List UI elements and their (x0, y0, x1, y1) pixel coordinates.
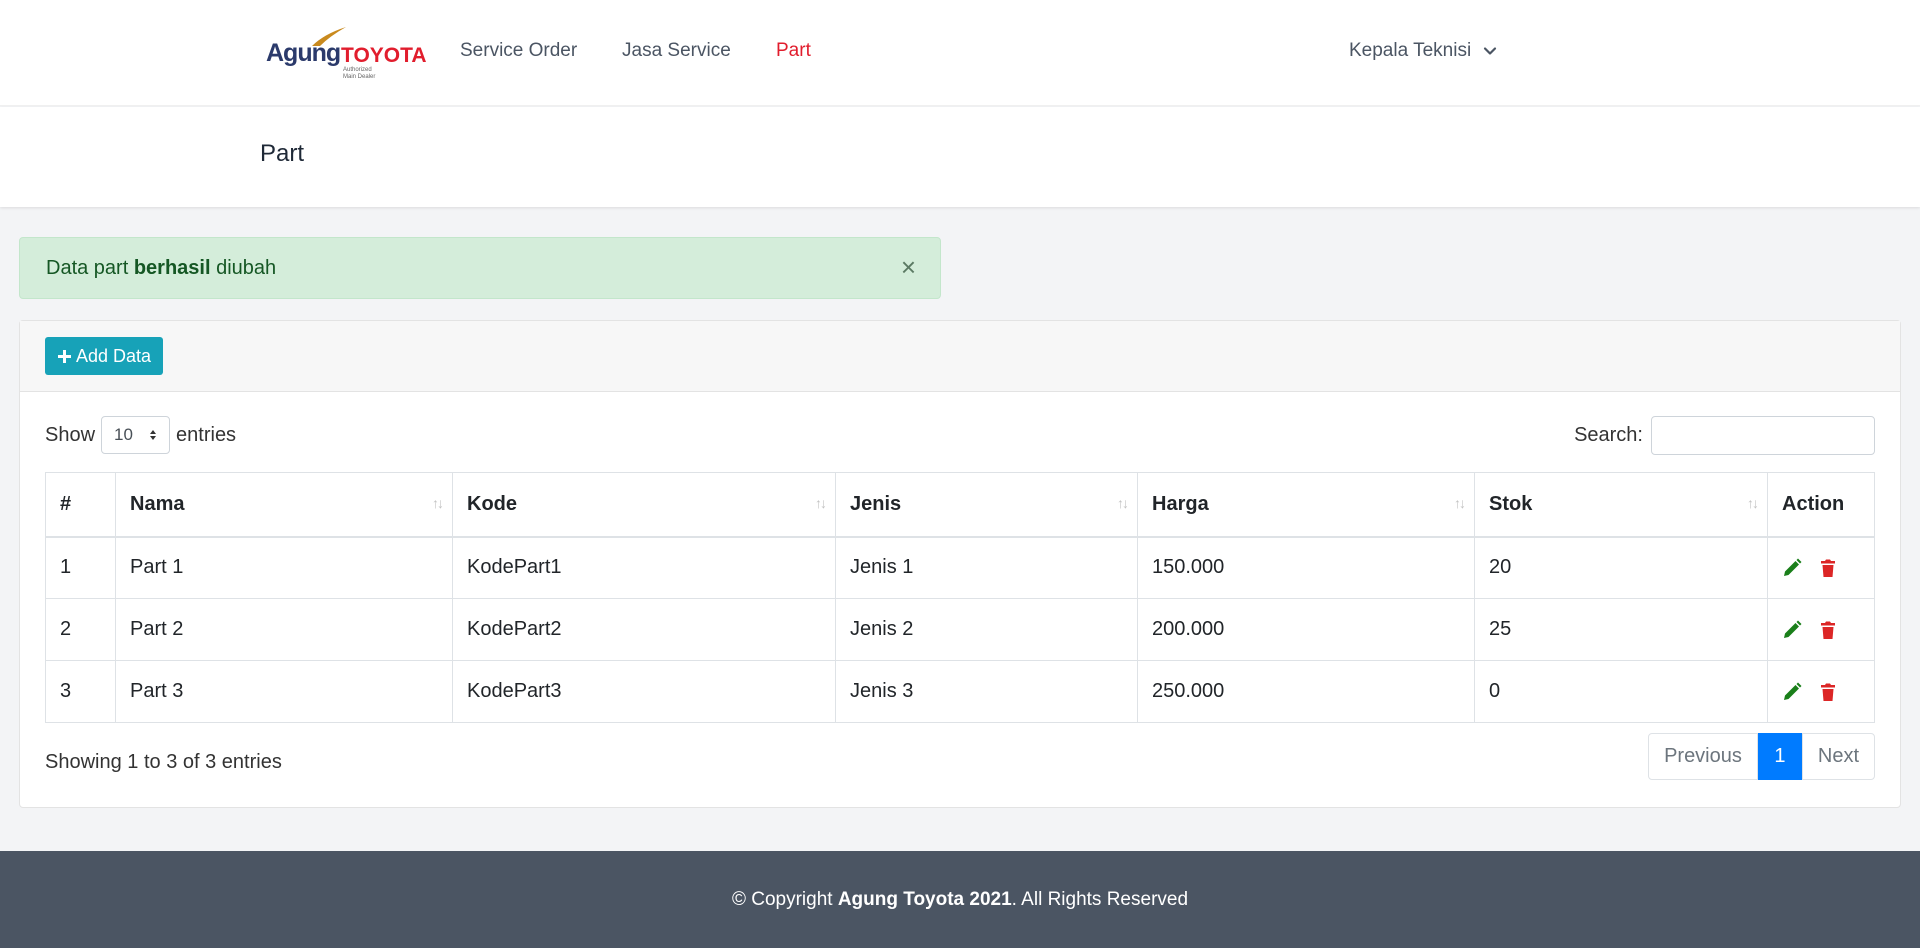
cell-harga: 250.000 (1137, 660, 1475, 723)
cell-harga: 200.000 (1137, 598, 1475, 661)
sort-icon: ↑↓ (815, 495, 827, 511)
alert-message: Data part berhasil diubah (46, 257, 276, 280)
page-header: Part (0, 107, 1920, 207)
show-label: Show (45, 423, 96, 446)
navbar: Agung TOYOTA Authorized Main Dealer Serv… (0, 0, 1920, 106)
sort-icon: ↑↓ (432, 495, 444, 511)
cell-jenis: Jenis 1 (835, 536, 1138, 599)
brand-name-agung: Agung (266, 39, 341, 67)
cell-jenis: Jenis 3 (835, 660, 1138, 723)
row-actions (1782, 558, 1860, 578)
footer-prefix: © Copyright (731, 888, 838, 910)
table-header-row: # Nama ↑↓ Kode ↑↓ Jenis ↑↓ Harga ↑↓ Stok ↑↓ A… (45, 472, 1875, 538)
cell-action (1767, 660, 1875, 723)
column-header-nama[interactable]: Nama ↑↓ (115, 472, 453, 538)
trash-icon[interactable] (1818, 558, 1838, 578)
alert-text-bold: berhasil (133, 257, 211, 279)
row-actions (1782, 620, 1860, 640)
show-entries-control: Show 10 entries (45, 416, 236, 454)
footer-suffix: . All Rights Reserved (1011, 888, 1189, 910)
brand-tagline: Authorized Main Dealer (343, 67, 375, 81)
row-actions (1782, 682, 1860, 702)
column-header-jenis[interactable]: Jenis ↑↓ (835, 472, 1138, 538)
column-header-action-label: Action (1782, 492, 1845, 515)
cell-action (1767, 536, 1875, 599)
brand-tagline-line2: Main Dealer (343, 74, 376, 80)
table-row: 2 Part 2 KodePart2 Jenis 2 200.000 25 (45, 598, 1875, 661)
pencil-icon[interactable] (1782, 620, 1802, 640)
column-header-harga-label: Harga (1152, 492, 1209, 515)
cell-number: 2 (45, 598, 116, 661)
sort-icon: ↑↓ (1747, 495, 1759, 511)
column-header-nama-label: Nama (130, 492, 185, 515)
footer-copyright: © Copyright Agung Toyota 2021. All Right… (732, 889, 1188, 911)
data-card: Add Data Show 10 entries Search: # Nama ↑… (19, 320, 1901, 808)
column-header-number[interactable]: # (45, 472, 116, 538)
column-header-number-label: # (60, 492, 72, 515)
plus-icon (57, 349, 71, 363)
alert-close-button[interactable]: × (901, 254, 916, 280)
column-header-stok-label: Stok (1489, 492, 1533, 515)
cell-nama: Part 3 (115, 660, 453, 723)
cell-kode: KodePart2 (452, 598, 836, 661)
parts-table: # Nama ↑↓ Kode ↑↓ Jenis ↑↓ Harga ↑↓ Stok ↑↓ A… (45, 472, 1875, 723)
table-row: 1 Part 1 KodePart1 Jenis 1 150.000 20 (45, 536, 1875, 599)
search-control: Search: (1574, 416, 1875, 455)
pencil-icon[interactable] (1782, 682, 1802, 702)
cell-stok: 0 (1474, 660, 1768, 723)
cell-kode: KodePart3 (452, 660, 836, 723)
column-header-kode[interactable]: Kode ↑↓ (452, 472, 836, 538)
brand-logo[interactable]: Agung TOYOTA Authorized Main Dealer (264, 26, 427, 81)
add-data-button[interactable]: Add Data (45, 337, 163, 375)
success-alert: Data part berhasil diubah × (19, 237, 941, 299)
cell-harga: 150.000 (1137, 536, 1475, 599)
user-menu-dropdown[interactable]: Kepala Teknisi (1349, 40, 1497, 62)
cell-nama: Part 1 (115, 536, 453, 599)
alert-text-after: diubah (210, 257, 277, 279)
page-title: Part (260, 140, 305, 167)
chevron-down-icon (1484, 47, 1497, 55)
nav-jasa-service[interactable]: Jasa Service (622, 40, 731, 62)
cell-number: 3 (45, 660, 116, 723)
brand-tagline-line1: Authorized (343, 67, 372, 73)
entries-select-value: 10 (114, 425, 133, 444)
sort-icon: ↑↓ (1117, 495, 1129, 511)
trash-icon[interactable] (1818, 620, 1838, 640)
column-header-kode-label: Kode (467, 492, 517, 515)
column-header-action: Action (1767, 472, 1875, 538)
sort-icon: ↑↓ (1454, 495, 1466, 511)
footer: © Copyright Agung Toyota 2021. All Right… (0, 851, 1920, 948)
select-arrows-icon (150, 430, 157, 440)
pagination-page-1[interactable]: 1 (1757, 733, 1802, 780)
entries-select[interactable]: 10 (101, 416, 171, 454)
user-menu-label: Kepala Teknisi (1349, 40, 1472, 61)
column-header-harga[interactable]: Harga ↑↓ (1137, 472, 1475, 538)
cell-kode: KodePart1 (452, 536, 836, 599)
table-row: 3 Part 3 KodePart3 Jenis 3 250.000 0 (45, 660, 1875, 723)
table-info: Showing 1 to 3 of 3 entries (45, 751, 282, 773)
add-data-label: Add Data (75, 345, 152, 366)
alert-text-before: Data part (46, 257, 134, 279)
cell-jenis: Jenis 2 (835, 598, 1138, 661)
column-header-jenis-label: Jenis (850, 492, 902, 515)
pagination-previous[interactable]: Previous (1648, 733, 1758, 780)
cell-stok: 25 (1474, 598, 1768, 661)
entries-label: entries (176, 423, 237, 446)
card-header: Add Data (20, 321, 1900, 392)
cell-stok: 20 (1474, 536, 1768, 599)
cell-number: 1 (45, 536, 116, 599)
search-label: Search: (1574, 424, 1643, 446)
search-input[interactable] (1651, 416, 1875, 455)
footer-brand: Agung Toyota 2021 (837, 888, 1012, 910)
pagination-next[interactable]: Next (1801, 733, 1875, 780)
cell-action (1767, 598, 1875, 661)
pagination: Previous 1 Next (1648, 733, 1875, 780)
cell-nama: Part 2 (115, 598, 453, 661)
pencil-icon[interactable] (1782, 558, 1802, 578)
trash-icon[interactable] (1818, 682, 1838, 702)
brand-name-toyota: TOYOTA (341, 44, 427, 67)
column-header-stok[interactable]: Stok ↑↓ (1474, 472, 1768, 538)
nav-part[interactable]: Part (776, 40, 811, 62)
nav-service-order[interactable]: Service Order (460, 40, 577, 62)
